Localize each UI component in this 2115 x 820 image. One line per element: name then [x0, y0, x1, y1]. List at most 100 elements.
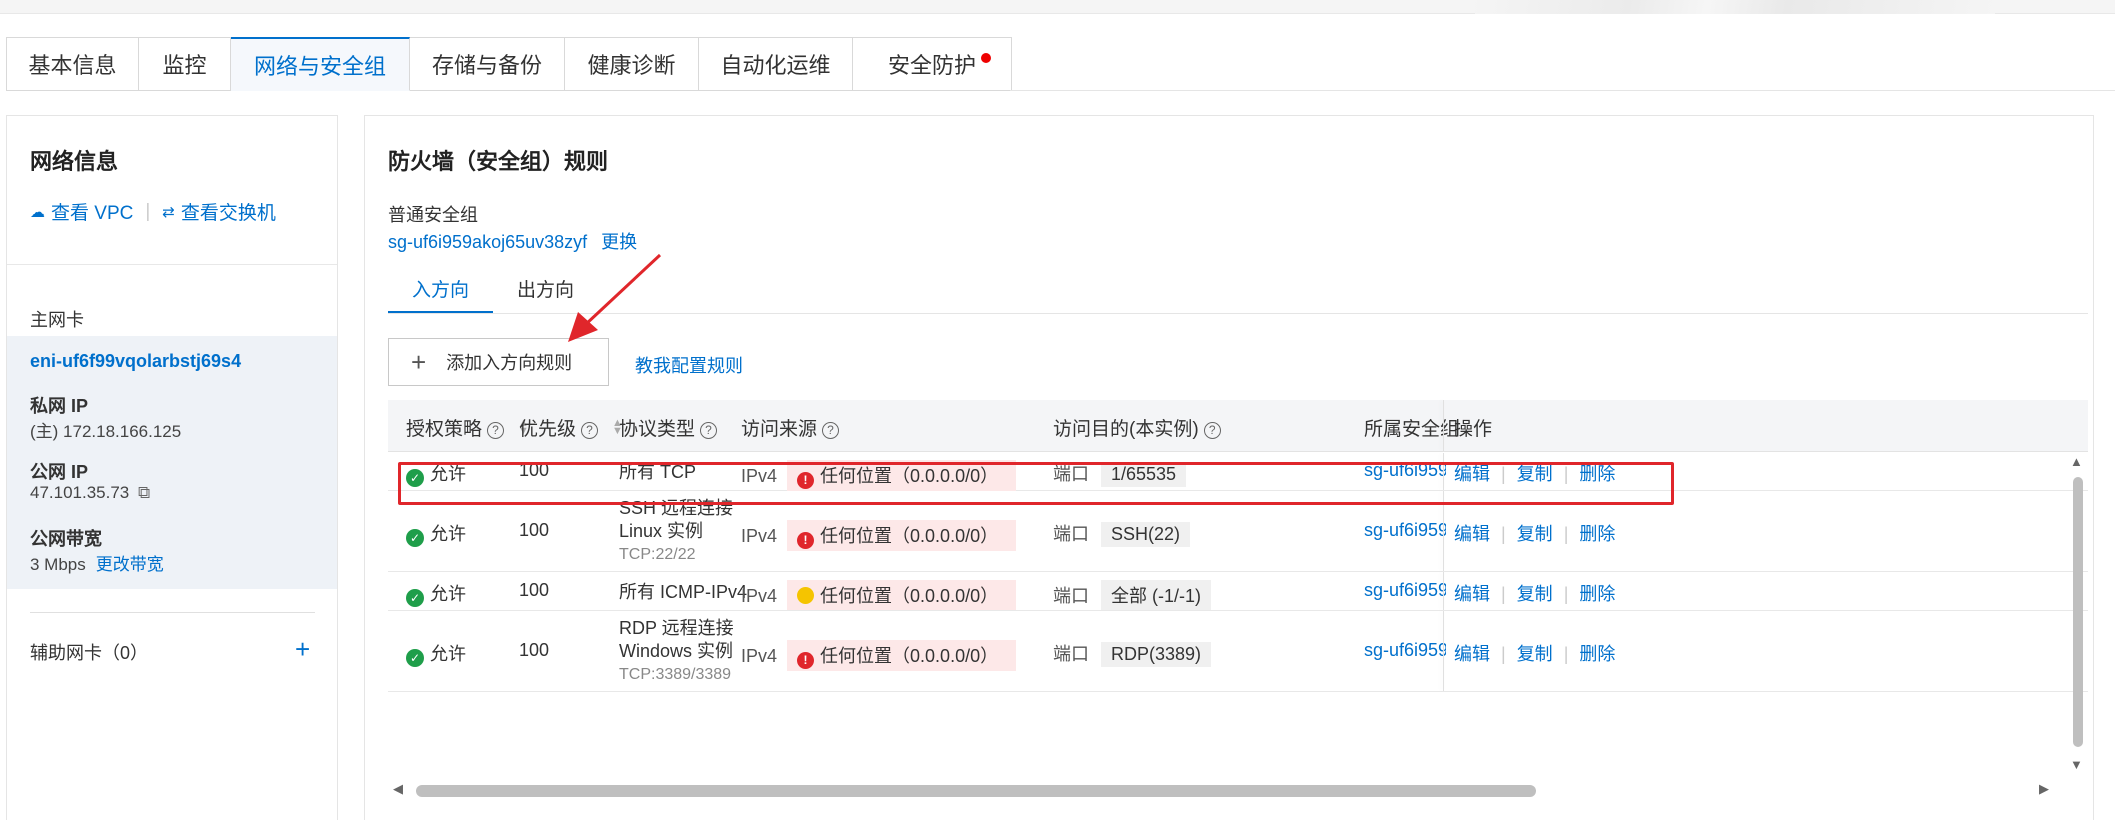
view-vpc-link[interactable]: 查看 VPC — [51, 198, 133, 225]
network-info-title: 网络信息 — [30, 149, 119, 174]
col-source: 访问来源? — [741, 414, 840, 441]
divider — [30, 612, 315, 613]
sg-type: 普通安全组 — [388, 205, 478, 225]
delete-link[interactable]: 删除 — [1579, 524, 1615, 544]
row-actions: 编辑 | 复制 | 删除 — [1454, 643, 1616, 664]
tab-2[interactable]: 网络与安全组 — [231, 37, 410, 91]
source-badge: ! 任何位置（0.0.0.0/0） — [787, 519, 1017, 551]
edit-link[interactable]: 编辑 — [1454, 584, 1490, 604]
priority-cell: 100 — [519, 579, 550, 600]
protocol-cell: 所有 ICMP-IPv4 — [619, 581, 748, 602]
ops-column-edge — [1443, 611, 1444, 691]
change-bandwidth-link[interactable]: 更改带宽 — [96, 555, 164, 574]
network-links: ☁ 查看 VPC | ⇄ 查看交换机 — [30, 198, 276, 225]
col-ops: 操作 — [1454, 419, 1493, 440]
priority-cell: 100 — [519, 519, 550, 540]
replace-sg-link[interactable]: 更换 — [601, 232, 637, 252]
warning-icon: ! — [797, 531, 815, 549]
tab-6[interactable]: 安全防护 — [853, 37, 1012, 91]
priority-cell: 100 — [519, 639, 550, 660]
teach-config-link[interactable]: 教我配置规则 — [635, 352, 743, 378]
help-icon: ? — [487, 422, 505, 439]
private-ip-label: 私网 IP — [30, 396, 89, 416]
sg-link[interactable]: sg-uf6i959akc — [1364, 580, 1446, 601]
top-decoration — [1475, 0, 1995, 14]
source-badge: ! 任何位置（0.0.0.0/0） — [787, 639, 1017, 671]
policy-cell: ✓ 允许 — [406, 640, 466, 667]
tab-1[interactable]: 监控 — [139, 37, 231, 91]
switch-icon: ⇄ — [162, 203, 175, 221]
primary-nic-label: 主网卡 — [30, 310, 84, 330]
policy-cell: ✓ 允许 — [406, 580, 466, 607]
scroll-thumb[interactable] — [2073, 477, 2083, 747]
check-icon: ✓ — [406, 648, 424, 667]
scroll-left-icon[interactable]: ◀ — [393, 781, 403, 797]
help-icon: ? — [700, 422, 718, 439]
help-icon: ? — [1203, 422, 1221, 439]
col-priority[interactable]: 优先级? ▲ ▼ — [519, 414, 623, 441]
scroll-up-icon[interactable]: ▲ — [2070, 454, 2083, 469]
copy-link[interactable]: 复制 — [1517, 584, 1553, 604]
source-cell: IPv4! 任何位置（0.0.0.0/0） — [741, 519, 1017, 551]
copy-link[interactable]: 复制 — [1517, 524, 1553, 544]
col-protocol: 协议类型? — [619, 414, 718, 441]
divider — [7, 264, 337, 265]
tab-5[interactable]: 自动化运维 — [699, 37, 853, 91]
eni-id-link[interactable]: eni-uf6f99vqolarbstj69s4 — [30, 351, 241, 372]
delete-link[interactable]: 删除 — [1579, 584, 1615, 604]
scroll-right-icon[interactable]: ▶ — [2039, 781, 2049, 797]
public-ip-value: 47.101.35.73 — [30, 483, 130, 502]
ops-column-edge — [1443, 400, 1444, 451]
tab-4[interactable]: 健康诊断 — [565, 37, 699, 91]
row-actions: 编辑 | 复制 | 删除 — [1454, 583, 1616, 604]
sg-id-link[interactable]: sg-uf6i959akoj65uv38zyf — [388, 232, 587, 252]
scroll-thumb[interactable] — [416, 785, 1536, 797]
tab-3[interactable]: 存储与备份 — [410, 37, 565, 91]
tab-0[interactable]: 基本信息 — [6, 37, 139, 91]
tab-inbound[interactable]: 入方向 — [388, 274, 494, 314]
bandwidth-label: 公网带宽 — [30, 529, 102, 549]
notification-dot — [981, 53, 991, 63]
destination-cell: 端口 全部 (-1/-1) — [1053, 579, 1211, 610]
source-cell: IPv4! 任何位置（0.0.0.0/0） — [741, 639, 1017, 671]
edit-link[interactable]: 编辑 — [1454, 524, 1490, 544]
scroll-down-icon[interactable]: ▼ — [2070, 757, 2083, 772]
destination-cell: 端口 SSH(22) — [1053, 520, 1191, 547]
link-separator: | — [145, 200, 151, 222]
source-cell: IPv4 任何位置（0.0.0.0/0） — [741, 579, 1017, 610]
copy-icon[interactable]: ⧉ — [138, 483, 150, 502]
bandwidth-row: 3 Mbps 更改带宽 — [30, 550, 164, 575]
copy-link[interactable]: 复制 — [1517, 644, 1553, 664]
delete-link[interactable]: 删除 — [1579, 644, 1615, 664]
sg-link[interactable]: sg-uf6i959akc — [1364, 640, 1446, 661]
warning-icon — [797, 586, 815, 604]
private-ip-value: (主) 172.18.166.125 — [30, 422, 182, 441]
warning-icon: ! — [797, 651, 815, 669]
cloud-icon: ☁ — [30, 203, 45, 221]
plus-icon: + — [411, 346, 427, 377]
network-info-panel: 网络信息 ☁ 查看 VPC | ⇄ 查看交换机 主网卡 eni-uf6f99vq… — [6, 115, 338, 820]
highlight-box — [398, 462, 1674, 505]
annotation-arrow — [568, 253, 662, 342]
protocol-cell: SSH 远程连接 Linux 实例 TCP:22/22 — [619, 498, 734, 563]
protocol-cell: RDP 远程连接 Windows 实例 TCP:3389/3389 — [619, 618, 734, 683]
instance-tabs: 基本信息 监控 网络与安全组 存储与备份 健康诊断 自动化运维 安全防护 — [6, 37, 1012, 91]
view-vswitch-link[interactable]: 查看交换机 — [181, 198, 276, 225]
edit-link[interactable]: 编辑 — [1454, 644, 1490, 664]
public-ip-row: 47.101.35.73 ⧉ — [30, 483, 150, 503]
col-policy[interactable]: 授权策略? ▲ ▼ — [406, 414, 529, 441]
top-strip — [0, 0, 2115, 14]
horizontal-scrollbar[interactable]: ◀ ▶ — [391, 781, 2059, 801]
col-destination: 访问目的(本实例)? — [1053, 414, 1221, 441]
sg-link[interactable]: sg-uf6i959akc — [1364, 520, 1446, 541]
tabs-divider — [1010, 90, 2115, 91]
table-row: ✓ 允许 100 RDP 远程连接 Windows 实例 TCP:3389/3389 … — [388, 611, 2088, 692]
help-icon: ? — [822, 422, 840, 439]
destination-cell: 端口 RDP(3389) — [1053, 640, 1212, 667]
add-secondary-nic-icon[interactable]: + — [295, 634, 310, 665]
policy-cell: ✓ 允许 — [406, 520, 466, 547]
check-icon: ✓ — [406, 588, 424, 607]
check-icon: ✓ — [406, 528, 424, 547]
help-icon: ? — [581, 422, 599, 439]
vertical-scrollbar[interactable]: ▲ ▼ — [2066, 452, 2088, 777]
